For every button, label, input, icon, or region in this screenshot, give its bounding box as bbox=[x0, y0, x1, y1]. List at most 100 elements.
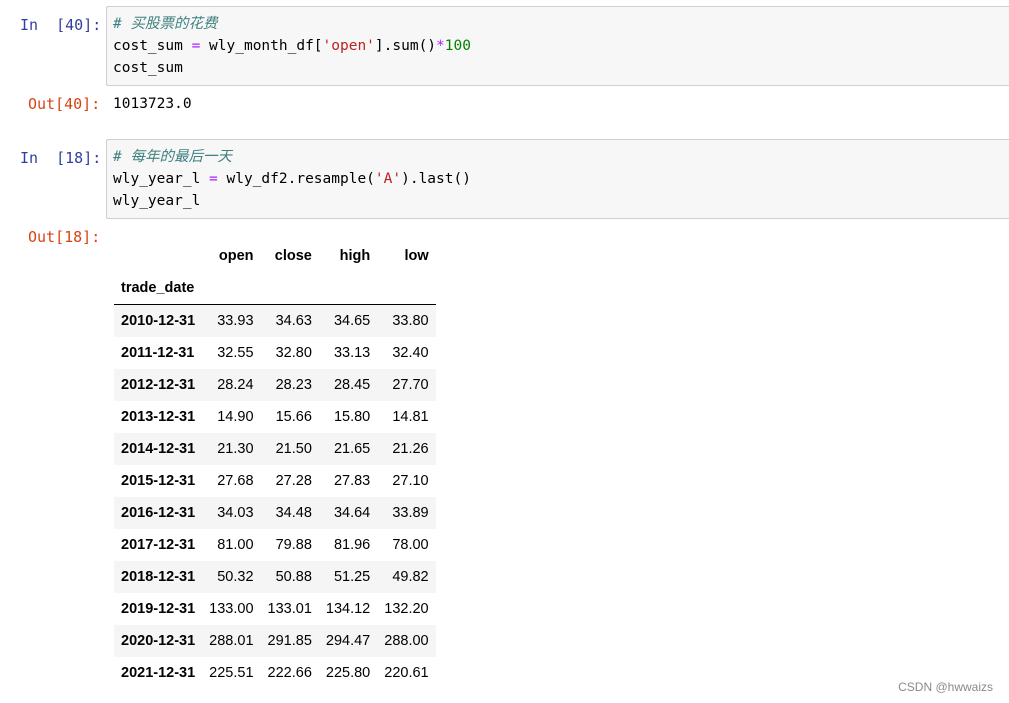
cell-low: 220.61 bbox=[384, 665, 429, 681]
cell-high: 34.65 bbox=[333, 313, 371, 329]
cell-high: 28.45 bbox=[333, 377, 371, 393]
cell-open: 28.24 bbox=[217, 377, 254, 393]
row-index: 2017-12-31 bbox=[121, 537, 196, 553]
table-row: 2014-12-31 21.30 21.50 21.65 21.26 bbox=[114, 433, 436, 465]
cell-close: 34.63 bbox=[275, 313, 312, 329]
code-comment: # 每年的最后一天 bbox=[113, 149, 232, 165]
input-prompt: In [40]: bbox=[20, 16, 102, 34]
code-cell-input[interactable]: # 买股票的花费 cost_sum = wly_month_df['open']… bbox=[106, 6, 1009, 86]
cell-high: 33.13 bbox=[333, 345, 371, 361]
cell-open: 27.68 bbox=[217, 473, 254, 489]
cell-open: 133.00 bbox=[209, 601, 254, 617]
watermark: CSDN @hwwaizs bbox=[898, 680, 993, 694]
cell-low: 27.10 bbox=[392, 473, 429, 489]
code-operator: = bbox=[191, 38, 201, 54]
column-header: low bbox=[404, 248, 429, 264]
cell-output-text: 1013723.0 bbox=[113, 96, 192, 112]
cell-open: 81.00 bbox=[217, 537, 254, 553]
row-index: 2020-12-31 bbox=[121, 633, 196, 649]
code-text: wly_month_df[ bbox=[200, 38, 323, 54]
cell-close: 21.50 bbox=[275, 441, 312, 457]
cell-low: 27.70 bbox=[392, 377, 429, 393]
row-index: 2015-12-31 bbox=[121, 473, 196, 489]
code-text: cost_sum bbox=[113, 38, 192, 54]
cell-low: 33.80 bbox=[392, 313, 429, 329]
table-row: 2013-12-31 14.90 15.66 15.80 14.81 bbox=[114, 401, 436, 433]
code-operator: * bbox=[436, 38, 445, 54]
column-header: open bbox=[218, 248, 254, 264]
code-line: # 每年的最后一天 bbox=[113, 146, 1009, 168]
input-prompt: In [18]: bbox=[20, 149, 102, 167]
code-comment: # 买股票的花费 bbox=[113, 16, 218, 32]
row-index: 2011-12-31 bbox=[121, 345, 195, 361]
cell-open: 32.55 bbox=[217, 345, 254, 361]
cell-close: 79.88 bbox=[275, 537, 312, 553]
cell-high: 34.64 bbox=[333, 505, 371, 521]
cell-high: 225.80 bbox=[325, 665, 371, 681]
cell-low: 21.26 bbox=[392, 441, 429, 457]
code-text: wly_df2.resample( bbox=[217, 171, 375, 187]
cell-high: 27.83 bbox=[333, 473, 371, 489]
header-blank bbox=[377, 272, 435, 305]
cell-high: 134.12 bbox=[325, 601, 371, 617]
code-line: # 买股票的花费 bbox=[113, 13, 1009, 35]
cell-low: 14.81 bbox=[392, 409, 429, 425]
header-blank bbox=[319, 272, 377, 305]
cell-high: 294.47 bbox=[325, 633, 371, 649]
cell-close: 27.28 bbox=[275, 473, 312, 489]
cell-open: 225.51 bbox=[209, 665, 254, 681]
cell-low: 288.00 bbox=[384, 633, 429, 649]
cell-open: 288.01 bbox=[209, 633, 254, 649]
output-prompt: Out[18]: bbox=[28, 228, 101, 246]
cell-close: 15.66 bbox=[275, 409, 312, 425]
row-index: 2010-12-31 bbox=[121, 313, 196, 329]
cell-close: 50.88 bbox=[275, 569, 312, 585]
cell-close: 291.85 bbox=[267, 633, 312, 649]
column-header-row: open close high low bbox=[114, 240, 436, 272]
cell-low: 33.89 bbox=[392, 505, 429, 521]
code-text: ).last() bbox=[401, 171, 471, 187]
cell-low: 32.40 bbox=[392, 345, 429, 361]
cell-low: 49.82 bbox=[392, 569, 429, 585]
row-index: 2013-12-31 bbox=[121, 409, 196, 425]
code-string: 'open' bbox=[322, 38, 375, 54]
table-row: 2021-12-31 225.51 222.66 225.80 220.61 bbox=[114, 657, 436, 689]
cell-high: 21.65 bbox=[333, 441, 371, 457]
header-blank bbox=[114, 240, 202, 272]
cell-open: 34.03 bbox=[217, 505, 254, 521]
cell-low: 132.20 bbox=[384, 601, 429, 617]
cell-open: 50.32 bbox=[217, 569, 254, 585]
cell-high: 81.96 bbox=[333, 537, 371, 553]
table-body: 2010-12-31 33.93 34.63 34.65 33.80 2011-12-31… bbox=[114, 304, 436, 689]
code-line: wly_year_l bbox=[113, 193, 201, 209]
output-prompt: Out[40]: bbox=[28, 95, 101, 113]
table-row: 2016-12-31 34.03 34.48 34.64 33.89 bbox=[114, 497, 436, 529]
code-text: wly_year_l bbox=[113, 171, 210, 187]
row-index: 2012-12-31 bbox=[121, 377, 196, 393]
index-name: trade_date bbox=[121, 280, 195, 296]
header-blank bbox=[261, 272, 319, 305]
cell-high: 51.25 bbox=[333, 569, 371, 585]
cell-open: 33.93 bbox=[217, 313, 254, 329]
cell-close: 28.23 bbox=[275, 377, 312, 393]
column-header: close bbox=[274, 248, 312, 264]
code-text: ].sum() bbox=[374, 38, 437, 54]
cell-close: 133.01 bbox=[267, 601, 312, 617]
cell-open: 21.30 bbox=[217, 441, 254, 457]
cell-close: 32.80 bbox=[275, 345, 312, 361]
cell-high: 15.80 bbox=[333, 409, 371, 425]
code-line: cost_sum bbox=[113, 60, 183, 76]
table-row: 2015-12-31 27.68 27.28 27.83 27.10 bbox=[114, 465, 436, 497]
header-blank bbox=[202, 272, 260, 305]
row-index: 2014-12-31 bbox=[121, 441, 196, 457]
column-header: high bbox=[339, 248, 371, 264]
table-row: 2018-12-31 50.32 50.88 51.25 49.82 bbox=[114, 561, 436, 593]
cell-open: 14.90 bbox=[217, 409, 254, 425]
table-row: 2010-12-31 33.93 34.63 34.65 33.80 bbox=[114, 304, 436, 337]
code-cell-input[interactable]: # 每年的最后一天 wly_year_l = wly_df2.resample(… bbox=[106, 139, 1009, 219]
code-operator: = bbox=[209, 171, 218, 187]
code-string: 'A' bbox=[374, 171, 402, 187]
row-index: 2019-12-31 bbox=[121, 601, 196, 617]
index-name-row: trade_date bbox=[114, 272, 436, 305]
cell-close: 34.48 bbox=[275, 505, 312, 521]
